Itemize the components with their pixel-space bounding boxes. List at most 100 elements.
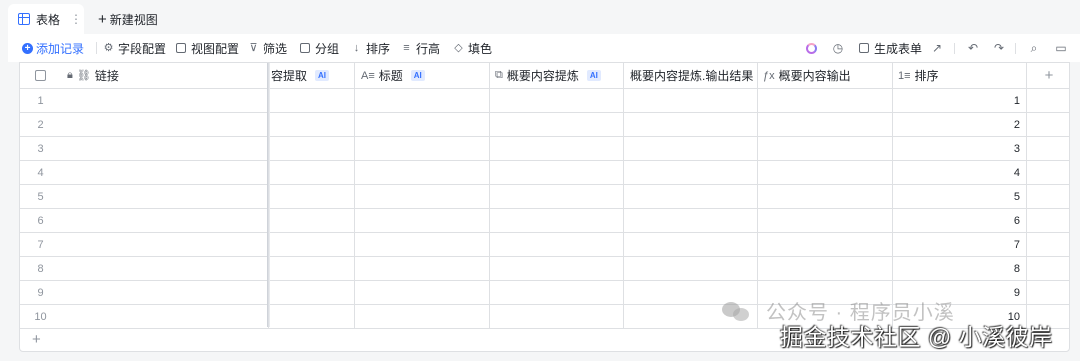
- grid-cell[interactable]: [758, 209, 893, 233]
- sort-cell[interactable]: 3: [893, 137, 1027, 161]
- sort-cell[interactable]: 7: [893, 233, 1027, 257]
- grid-cell[interactable]: [490, 281, 624, 305]
- grid-cell[interactable]: [355, 113, 490, 137]
- grid-cell[interactable]: [624, 89, 758, 113]
- comment-icon[interactable]: ▭: [1053, 40, 1069, 56]
- share-icon[interactable]: ↗: [929, 40, 945, 56]
- grid-cell[interactable]: [61, 161, 269, 185]
- grid-cell[interactable]: [355, 209, 490, 233]
- grid-cell[interactable]: [624, 161, 758, 185]
- grid-cell[interactable]: [61, 233, 269, 257]
- grid-cell[interactable]: [269, 161, 355, 185]
- sort-cell[interactable]: 5: [893, 185, 1027, 209]
- ai-assistant-icon[interactable]: [803, 40, 819, 56]
- grid-cell[interactable]: [490, 305, 624, 329]
- column-header-content-extract[interactable]: 容提取 AI: [269, 63, 355, 89]
- undo-icon[interactable]: ↶: [965, 40, 981, 56]
- fill-color-button[interactable]: ◇ 填色: [453, 34, 492, 62]
- grid-cell[interactable]: [355, 137, 490, 161]
- sort-cell[interactable]: 1: [893, 89, 1027, 113]
- add-column-button[interactable]: +: [1027, 63, 1069, 89]
- grid-cell[interactable]: [269, 137, 355, 161]
- select-all-checkbox[interactable]: [35, 70, 46, 81]
- grid-cell[interactable]: [269, 257, 355, 281]
- grid-cell[interactable]: [355, 185, 490, 209]
- tab-table[interactable]: 表格 ⋮: [8, 4, 84, 34]
- grid-cell[interactable]: [355, 281, 490, 305]
- grid-cell[interactable]: [758, 89, 893, 113]
- grid-cell[interactable]: [490, 257, 624, 281]
- grid-cell[interactable]: [269, 113, 355, 137]
- grid-cell[interactable]: [624, 209, 758, 233]
- grid-cell[interactable]: [61, 113, 269, 137]
- grid-cell[interactable]: [624, 113, 758, 137]
- grid-cell[interactable]: [269, 185, 355, 209]
- redo-icon[interactable]: ↷: [991, 40, 1007, 56]
- group-button[interactable]: 分组: [300, 34, 339, 62]
- sort-cell[interactable]: 4: [893, 161, 1027, 185]
- field-config-button[interactable]: ⚙ 字段配置: [103, 34, 166, 62]
- grid-cell[interactable]: [355, 233, 490, 257]
- grid-cell[interactable]: [61, 89, 269, 113]
- sort-cell[interactable]: 6: [893, 209, 1027, 233]
- column-header-summary-result[interactable]: 概要内容提炼.输出结果: [624, 63, 758, 89]
- grid-cell[interactable]: [490, 233, 624, 257]
- grid-cell[interactable]: [758, 257, 893, 281]
- grid-cell[interactable]: [61, 137, 269, 161]
- grid-cell[interactable]: [758, 137, 893, 161]
- grid-cell[interactable]: [490, 113, 624, 137]
- table-row[interactable]: 22: [20, 113, 1069, 137]
- grid-cell[interactable]: [61, 305, 269, 329]
- new-view-button[interactable]: + 新建视图: [98, 4, 158, 34]
- column-header-title[interactable]: A≡ 标题 AI: [355, 63, 490, 89]
- column-header-sort[interactable]: 1≡ 排序: [893, 63, 1027, 89]
- column-header-link[interactable]: 🔒︎ ⛓ 链接: [61, 63, 269, 89]
- grid-cell[interactable]: [490, 89, 624, 113]
- grid-cell[interactable]: [490, 185, 624, 209]
- grid-cell[interactable]: [269, 281, 355, 305]
- grid-cell[interactable]: [624, 257, 758, 281]
- grid-cell[interactable]: [355, 161, 490, 185]
- frozen-column-divider[interactable]: [267, 63, 270, 327]
- grid-cell[interactable]: [624, 137, 758, 161]
- add-row-button[interactable]: +: [32, 331, 41, 348]
- sort-cell[interactable]: 8: [893, 257, 1027, 281]
- generate-form-button[interactable]: 生成表单: [859, 34, 922, 62]
- grid-cell[interactable]: [61, 185, 269, 209]
- grid-cell[interactable]: [269, 233, 355, 257]
- grid-cell[interactable]: [355, 89, 490, 113]
- grid-cell[interactable]: [355, 305, 490, 329]
- table-row[interactable]: 66: [20, 209, 1069, 233]
- grid-cell[interactable]: [61, 209, 269, 233]
- grid-cell[interactable]: [758, 185, 893, 209]
- column-header-summary-refine[interactable]: ⧉ 概要内容提炼 AI: [490, 63, 624, 89]
- more-vertical-icon[interactable]: ⋮: [70, 12, 82, 26]
- search-icon[interactable]: ⌕: [1026, 40, 1042, 56]
- history-icon[interactable]: ◷: [830, 40, 846, 56]
- grid-cell[interactable]: [624, 185, 758, 209]
- grid-cell[interactable]: [269, 305, 355, 329]
- grid-cell[interactable]: [61, 257, 269, 281]
- table-row[interactable]: 33: [20, 137, 1069, 161]
- view-config-button[interactable]: 视图配置: [176, 34, 239, 62]
- table-row[interactable]: 55: [20, 185, 1069, 209]
- grid-cell[interactable]: [758, 233, 893, 257]
- table-row[interactable]: 88: [20, 257, 1069, 281]
- filter-button[interactable]: ⊽ 筛选: [248, 34, 287, 62]
- add-record-button[interactable]: + 添加记录: [22, 34, 84, 62]
- grid-cell[interactable]: [490, 209, 624, 233]
- sort-cell[interactable]: 2: [893, 113, 1027, 137]
- grid-cell[interactable]: [758, 113, 893, 137]
- row-height-button[interactable]: ≡ 行高: [401, 34, 440, 62]
- grid-cell[interactable]: [758, 161, 893, 185]
- table-row[interactable]: 77: [20, 233, 1069, 257]
- grid-cell[interactable]: [269, 89, 355, 113]
- table-row[interactable]: 44: [20, 161, 1069, 185]
- grid-cell[interactable]: [355, 257, 490, 281]
- grid-cell[interactable]: [269, 209, 355, 233]
- grid-cell[interactable]: [490, 161, 624, 185]
- column-header-summary-output[interactable]: ƒx 概要内容输出: [758, 63, 893, 89]
- table-row[interactable]: 11: [20, 89, 1069, 113]
- grid-cell[interactable]: [61, 281, 269, 305]
- grid-cell[interactable]: [624, 233, 758, 257]
